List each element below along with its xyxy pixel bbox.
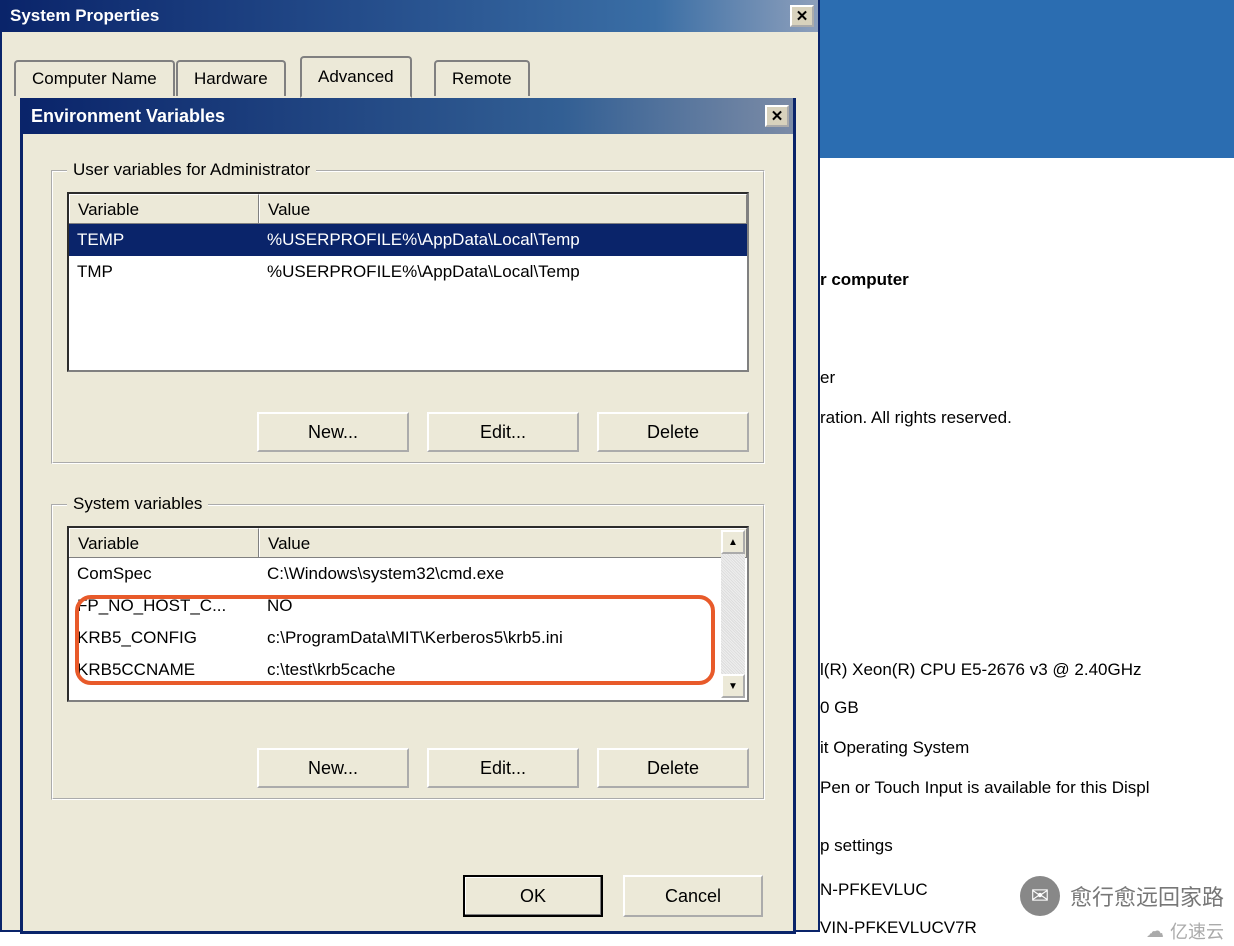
environment-variables-dialog: Environment Variables ✕ User variables f…	[20, 98, 796, 934]
var-value: %USERPROFILE%\AppData\Local\Temp	[259, 259, 747, 285]
user-variables-listview[interactable]: Variable Value TEMP%USERPROFILE%\AppData…	[67, 192, 749, 372]
env-title: Environment Variables	[31, 106, 225, 127]
edit-button[interactable]: Edit...	[427, 412, 579, 452]
tab-label: Computer Name	[32, 69, 157, 89]
new-button[interactable]: New...	[257, 412, 409, 452]
dialog-buttons: OK Cancel	[463, 875, 763, 917]
user-variables-group: User variables for Administrator Variabl…	[51, 170, 765, 464]
tab-label: Remote	[452, 69, 512, 89]
list-header: Variable Value	[69, 194, 747, 224]
brand-text: 亿速云	[1170, 918, 1224, 944]
col-variable[interactable]: Variable	[69, 528, 259, 557]
header-band	[820, 0, 1234, 158]
table-row[interactable]: ComSpecC:\Windows\system32\cmd.exe	[69, 558, 747, 590]
user-button-row: New... Edit... Delete	[257, 412, 749, 452]
table-row[interactable]: TMP%USERPROFILE%\AppData\Local\Temp	[69, 256, 747, 288]
ram-line: 0 GB	[820, 698, 859, 718]
group-label-system: System variables	[67, 494, 208, 514]
close-icon[interactable]: ✕	[765, 105, 789, 127]
scroll-down-icon[interactable]: ▼	[721, 674, 745, 698]
cancel-button[interactable]: Cancel	[623, 875, 763, 917]
col-variable[interactable]: Variable	[69, 194, 259, 223]
scroll-up-icon[interactable]: ▲	[721, 530, 745, 554]
tab-remote[interactable]: Remote	[434, 60, 530, 96]
tab-hardware[interactable]: Hardware	[176, 60, 286, 96]
system-variables-group: System variables Variable Value ComSpecC…	[51, 504, 765, 800]
var-name: FP_NO_HOST_C...	[69, 593, 259, 619]
tab-label: Hardware	[194, 69, 268, 89]
new-button[interactable]: New...	[257, 748, 409, 788]
heading-computer: r computer	[820, 270, 909, 290]
line-er: er	[820, 368, 835, 388]
cloud-icon: ☁	[1146, 921, 1164, 942]
var-value: NO	[259, 593, 747, 619]
settings-heading: p settings	[820, 836, 893, 856]
table-row[interactable]: TEMP%USERPROFILE%\AppData\Local\Temp	[69, 224, 747, 256]
system-button-row: New... Edit... Delete	[257, 748, 749, 788]
tab-advanced[interactable]: Advanced	[300, 56, 412, 98]
tab-label: Advanced	[318, 67, 394, 87]
list-header: Variable Value	[69, 528, 747, 558]
watermark: ✉ 愈行愈远回家路	[1020, 876, 1224, 916]
line-rights: ration. All rights reserved.	[820, 408, 1012, 428]
scrollbar[interactable]: ▲ ▼	[721, 530, 745, 698]
var-name: ComSpec	[69, 561, 259, 587]
computer-name-2: VIN-PFKEVLUCV7R	[820, 918, 977, 938]
table-row[interactable]: KRB5CCNAMEc:\test\krb5cache	[69, 654, 747, 686]
env-titlebar[interactable]: Environment Variables ✕	[23, 98, 793, 134]
var-name: TMP	[69, 259, 259, 285]
delete-button[interactable]: Delete	[597, 748, 749, 788]
wechat-icon: ✉	[1020, 876, 1060, 916]
delete-button[interactable]: Delete	[597, 412, 749, 452]
close-icon[interactable]: ✕	[790, 5, 814, 27]
group-label-user: User variables for Administrator	[67, 160, 316, 180]
computer-name-1: N-PFKEVLUC	[820, 880, 928, 900]
system-variables-listview[interactable]: Variable Value ComSpecC:\Windows\system3…	[67, 526, 749, 702]
sysprop-title: System Properties	[10, 6, 159, 26]
var-value: c:\test\krb5cache	[259, 657, 747, 683]
col-value[interactable]: Value	[259, 194, 747, 223]
edit-button[interactable]: Edit...	[427, 748, 579, 788]
cpu-line: l(R) Xeon(R) CPU E5-2676 v3 @ 2.40GHz	[820, 660, 1141, 680]
scroll-track[interactable]	[721, 554, 745, 674]
var-value: %USERPROFILE%\AppData\Local\Temp	[259, 227, 747, 253]
col-value[interactable]: Value	[259, 528, 747, 557]
watermark-text: 愈行愈远回家路	[1070, 880, 1224, 912]
tab-computer-name[interactable]: Computer Name	[14, 60, 175, 96]
var-name: TEMP	[69, 227, 259, 253]
pen-line: Pen or Touch Input is available for this…	[820, 778, 1149, 798]
sysprop-titlebar[interactable]: System Properties ✕	[2, 0, 818, 32]
brand-watermark: ☁ 亿速云	[1146, 918, 1224, 944]
var-value: c:\ProgramData\MIT\Kerberos5\krb5.ini	[259, 625, 747, 651]
var-name: KRB5CCNAME	[69, 657, 259, 683]
var-name: KRB5_CONFIG	[69, 625, 259, 651]
tabstrip: Computer Name Hardware Advanced Remote	[14, 56, 806, 96]
var-value: C:\Windows\system32\cmd.exe	[259, 561, 747, 587]
ok-button[interactable]: OK	[463, 875, 603, 917]
table-row[interactable]: FP_NO_HOST_C...NO	[69, 590, 747, 622]
os-line: it Operating System	[820, 738, 969, 758]
table-row[interactable]: KRB5_CONFIGc:\ProgramData\MIT\Kerberos5\…	[69, 622, 747, 654]
